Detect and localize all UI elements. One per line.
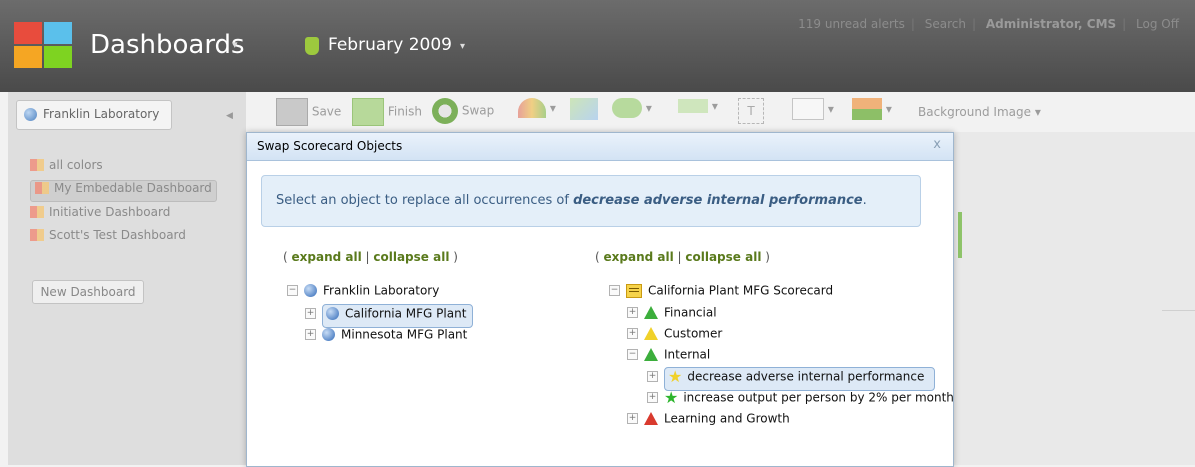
text-tool[interactable]: T [738,98,764,126]
dashboard-icon [30,159,44,171]
collapse-all-link[interactable]: collapse all [685,250,761,264]
alerts-link[interactable]: 119 unread alerts [792,17,911,31]
app-title[interactable]: Dashboards [90,30,245,60]
expand-all-link[interactable]: expand all [292,250,362,264]
dialog-title: Swap Scorecard Objects [257,139,403,153]
period-selector[interactable]: February 2009 [328,35,452,55]
scorecard-icon [626,283,642,298]
expand-icon[interactable]: + [647,392,658,403]
save-button[interactable]: Save [276,98,341,126]
expand-icon[interactable]: + [305,308,316,319]
chevron-down-icon: ▾ [827,102,834,116]
tree-node-perspective[interactable]: + Financial [627,305,717,325]
org-label: Franklin Laboratory [43,107,160,121]
swap-dialog: Swap Scorecard Objects x Select an objec… [246,132,954,467]
expand-icon[interactable]: + [627,328,638,339]
note-icon [612,98,642,118]
image-icon [852,98,882,120]
dashboard-icon [30,206,44,218]
finish-flag-icon [352,98,384,126]
dashboard-icon [35,182,49,194]
swap-icon [432,98,458,124]
info-text: Select an object to replace all occurren… [276,193,867,208]
note-tool[interactable]: ▾ [612,98,652,126]
expand-icon[interactable]: + [305,329,316,340]
finish-button[interactable]: Finish [352,98,422,126]
search-link[interactable]: Search [919,17,972,31]
dashboard-item[interactable]: Initiative Dashboard [30,205,170,225]
yellow-triangle-icon [644,327,658,340]
chevron-down-icon[interactable]: ▾ [460,41,465,52]
green-star-icon: ★ [664,387,679,407]
background-image-menu[interactable]: Background Image ▾ [918,98,1041,126]
tree-node-org[interactable]: + California MFG Plant [305,304,474,328]
canvas-widget-edge [958,212,962,258]
org-selector[interactable]: Franklin Laboratory [16,100,172,130]
chevron-down-icon[interactable]: ▾ [232,38,238,51]
new-dashboard-button[interactable]: New Dashboard [32,280,144,304]
app-logo-icon [14,22,72,68]
selected-node-highlight[interactable]: ★ decrease adverse internal performance [664,366,936,391]
gauge-icon [518,98,546,118]
collapse-icon[interactable]: − [609,285,620,296]
close-icon[interactable]: x [933,137,941,152]
chevron-down-icon: ▾ [711,98,718,113]
expand-icon[interactable]: + [627,413,638,424]
org-ball-icon [24,108,37,121]
tree-node-objective[interactable]: + ★ decrease adverse internal performance [647,367,936,391]
chevron-down-icon: ▾ [549,101,556,115]
save-icon [276,98,308,126]
collapse-all-link[interactable]: collapse all [373,250,449,264]
dashboard-item-selected[interactable]: My Embedable Dashboard [30,180,217,202]
yellow-star-icon: ★ [668,366,683,386]
org-ball-icon [326,307,339,320]
red-triangle-icon [644,412,658,425]
tree-node-objective[interactable]: + ★ increase output per person by 2% per m… [647,387,954,410]
chevron-down-icon: ▾ [1034,105,1041,119]
green-triangle-icon [644,306,658,319]
expand-icon[interactable]: + [627,307,638,318]
dashboard-item[interactable]: Scott's Test Dashboard [30,228,186,248]
top-links: 119 unread alerts | Search | Administrator… [792,17,1185,31]
sidebar [8,92,246,465]
expand-icon[interactable]: + [647,371,658,382]
expand-all-link[interactable]: expand all [604,250,674,264]
tree-node-perspective[interactable]: + Customer [627,326,722,346]
tree-node-perspective[interactable]: − Internal [627,347,710,367]
image-tool[interactable]: ▾ [852,98,892,126]
dashboard-icon [30,229,44,241]
user-link[interactable]: Administrator, CMS [980,17,1122,31]
tree-node-org-root[interactable]: − Franklin Laboratory [287,283,439,303]
org-ball-icon [322,328,335,341]
info-object: decrease adverse internal performance [573,193,863,208]
org-ball-icon [304,284,317,297]
text-icon: T [738,98,764,124]
info-message: Select an object to replace all occurren… [261,175,921,227]
selected-node-highlight[interactable]: California MFG Plant [322,304,474,328]
gauge-tool[interactable]: ▾ [518,98,556,126]
chart-tool[interactable] [570,98,598,126]
tree-node-perspective[interactable]: + Learning and Growth [627,411,790,431]
arrow-icon [678,98,708,113]
period-icon [305,37,319,55]
collapse-icon[interactable]: − [287,285,298,296]
divider [1162,310,1195,311]
collapse-left-icon[interactable]: ◀ [226,111,233,121]
shape-tool[interactable]: ▾ [792,98,834,126]
collapse-icon[interactable]: − [627,349,638,360]
chevron-down-icon: ▾ [645,101,652,115]
left-expand-controls: ( expand all | collapse all ) [283,250,458,264]
shape-icon [792,98,824,120]
dashboard-item[interactable]: all colors [30,158,103,178]
tree-node-org[interactable]: + Minnesota MFG Plant [305,327,467,347]
chart-icon [570,98,598,120]
arrow-tool[interactable]: ▾ [678,98,718,126]
green-triangle-icon [644,348,658,361]
logoff-link[interactable]: Log Off [1130,17,1185,31]
tree-node-scorecard[interactable]: − California Plant MFG Scorecard [609,283,833,303]
right-expand-controls: ( expand all | collapse all ) [595,250,770,264]
dialog-header: Swap Scorecard Objects x [247,133,953,161]
chevron-down-icon: ▾ [885,102,892,116]
swap-button[interactable]: Swap [432,98,494,126]
